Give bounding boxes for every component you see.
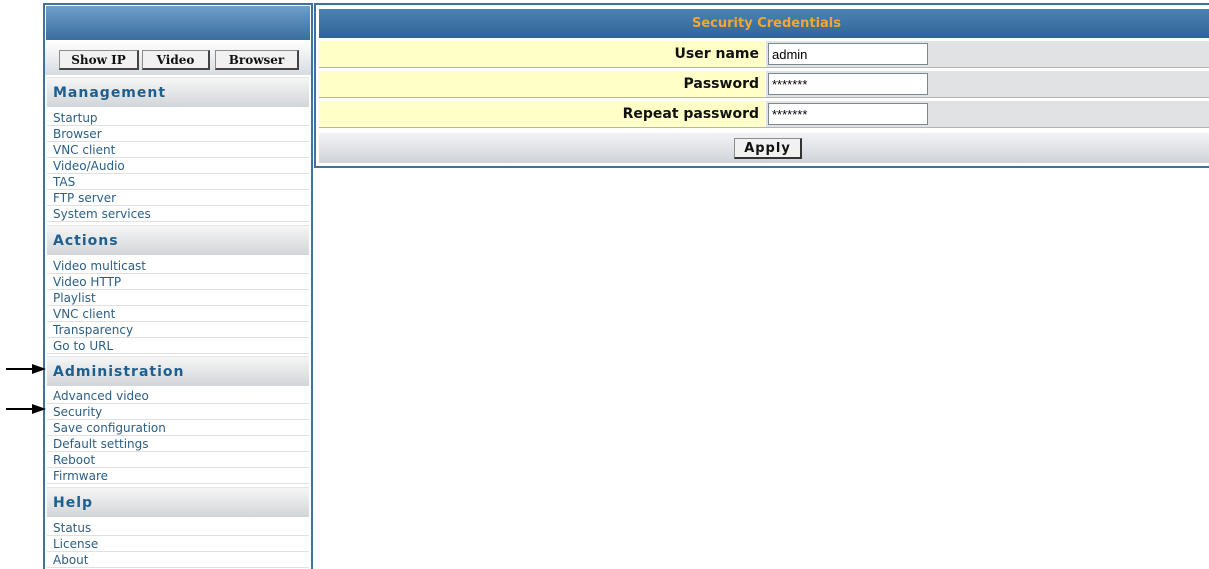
nav-item-startup[interactable]: Startup	[47, 110, 309, 126]
nav-top-banner	[46, 6, 310, 40]
password-input[interactable]	[768, 73, 928, 95]
user-name-input[interactable]	[768, 43, 928, 65]
password-row: Password	[319, 71, 1209, 98]
nav-item-go-to-url[interactable]: Go to URL	[47, 338, 309, 354]
nav-item-vnc-client-action[interactable]: VNC client	[47, 306, 309, 322]
repeat-password-label: Repeat password	[319, 101, 765, 127]
browser-button[interactable]: Browser	[215, 50, 299, 70]
nav-item-ftp-server[interactable]: FTP server	[47, 190, 309, 206]
nav-button-row: Show IP Video Browser	[45, 41, 311, 75]
nav-item-playlist[interactable]: Playlist	[47, 290, 309, 306]
repeat-password-cell	[766, 101, 1209, 127]
nav-item-save-configuration[interactable]: Save configuration	[47, 420, 309, 436]
nav-item-license[interactable]: License	[47, 536, 309, 552]
nav-item-advanced-video[interactable]: Advanced video	[47, 388, 309, 404]
nav-item-security[interactable]: Security	[47, 404, 309, 420]
nav-item-system-services[interactable]: System services	[47, 206, 309, 222]
nav-item-reboot[interactable]: Reboot	[47, 452, 309, 468]
nav-item-tas[interactable]: TAS	[47, 174, 309, 190]
nav-item-default-settings[interactable]: Default settings	[47, 436, 309, 452]
repeat-password-input[interactable]	[768, 103, 928, 125]
nav-item-video-http[interactable]: Video HTTP	[47, 274, 309, 290]
nav-item-video-multicast[interactable]: Video multicast	[47, 258, 309, 274]
user-name-cell	[766, 41, 1209, 67]
user-name-label: User name	[319, 41, 765, 67]
section-actions: Actions	[47, 225, 309, 255]
arrow-right-icon	[6, 364, 46, 374]
section-management: Management	[47, 77, 309, 107]
nav-item-video-audio[interactable]: Video/Audio	[47, 158, 309, 174]
arrow-right-icon	[6, 404, 46, 414]
apply-button[interactable]: Apply	[734, 138, 802, 159]
repeat-password-row: Repeat password	[319, 101, 1209, 128]
show-ip-button[interactable]: Show IP	[59, 50, 139, 70]
password-label: Password	[319, 71, 765, 97]
security-credentials-panel: Security Credentials User name Password …	[314, 3, 1209, 168]
video-button[interactable]: Video	[142, 50, 210, 70]
navigation-panel: Show IP Video Browser Management Startup…	[43, 3, 313, 569]
user-name-row: User name	[319, 41, 1209, 68]
section-help: Help	[47, 487, 309, 517]
form-footer: Apply	[319, 133, 1209, 163]
nav-item-status[interactable]: Status	[47, 520, 309, 536]
panel-title: Security Credentials	[319, 9, 1209, 38]
nav-item-about[interactable]: About	[47, 552, 309, 568]
nav-item-browser[interactable]: Browser	[47, 126, 309, 142]
nav-item-transparency[interactable]: Transparency	[47, 322, 309, 338]
nav-item-vnc-client[interactable]: VNC client	[47, 142, 309, 158]
nav-item-firmware[interactable]: Firmware	[47, 468, 309, 484]
password-cell	[766, 71, 1209, 97]
section-administration: Administration	[47, 356, 309, 386]
